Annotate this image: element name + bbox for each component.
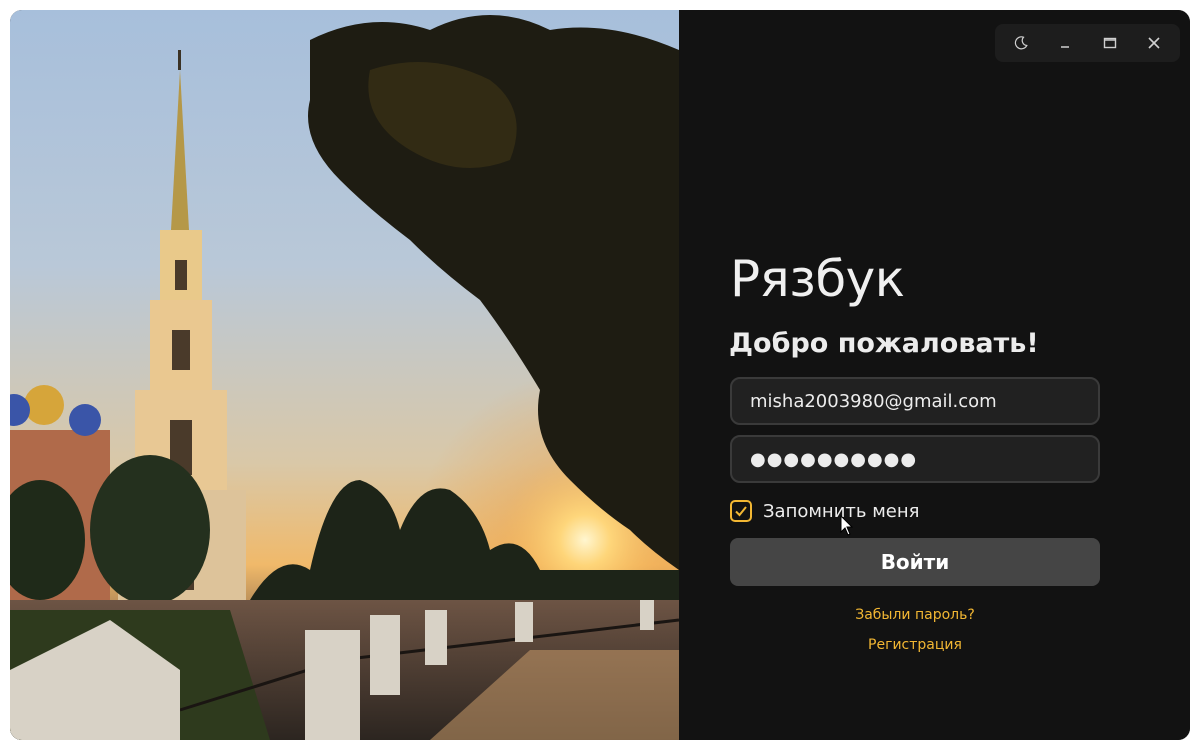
- maximize-icon: [1103, 37, 1116, 49]
- login-button[interactable]: Войти: [730, 538, 1100, 586]
- mouse-cursor-icon: [840, 515, 854, 536]
- email-field[interactable]: [730, 377, 1100, 425]
- window-controls: [995, 24, 1180, 62]
- register-link[interactable]: Регистрация: [730, 637, 1100, 653]
- maximize-button[interactable]: [1092, 28, 1128, 58]
- forgot-password-link[interactable]: Забыли пароль?: [730, 607, 1100, 623]
- app-window: Рязбук Добро пожаловать! Запомнить меня …: [10, 10, 1190, 740]
- moon-icon: [1014, 36, 1028, 50]
- minimize-icon: [1061, 46, 1070, 48]
- remember-me-checkbox[interactable]: Запомнить меня: [730, 498, 919, 524]
- app-title: Рязбук: [730, 250, 905, 308]
- password-field[interactable]: [730, 435, 1100, 483]
- minimize-button[interactable]: [1047, 28, 1083, 58]
- checkbox-box[interactable]: [730, 500, 752, 522]
- welcome-heading: Добро пожаловать!: [729, 328, 1039, 359]
- checkmark-icon: [735, 506, 747, 517]
- hero-photo-illustration: [10, 10, 679, 740]
- close-icon: [1148, 37, 1160, 49]
- login-panel: Рязбук Добро пожаловать! Запомнить меня …: [679, 10, 1190, 740]
- theme-toggle-button[interactable]: [1003, 28, 1039, 58]
- close-button[interactable]: [1136, 28, 1172, 58]
- hero-photo: [10, 10, 679, 740]
